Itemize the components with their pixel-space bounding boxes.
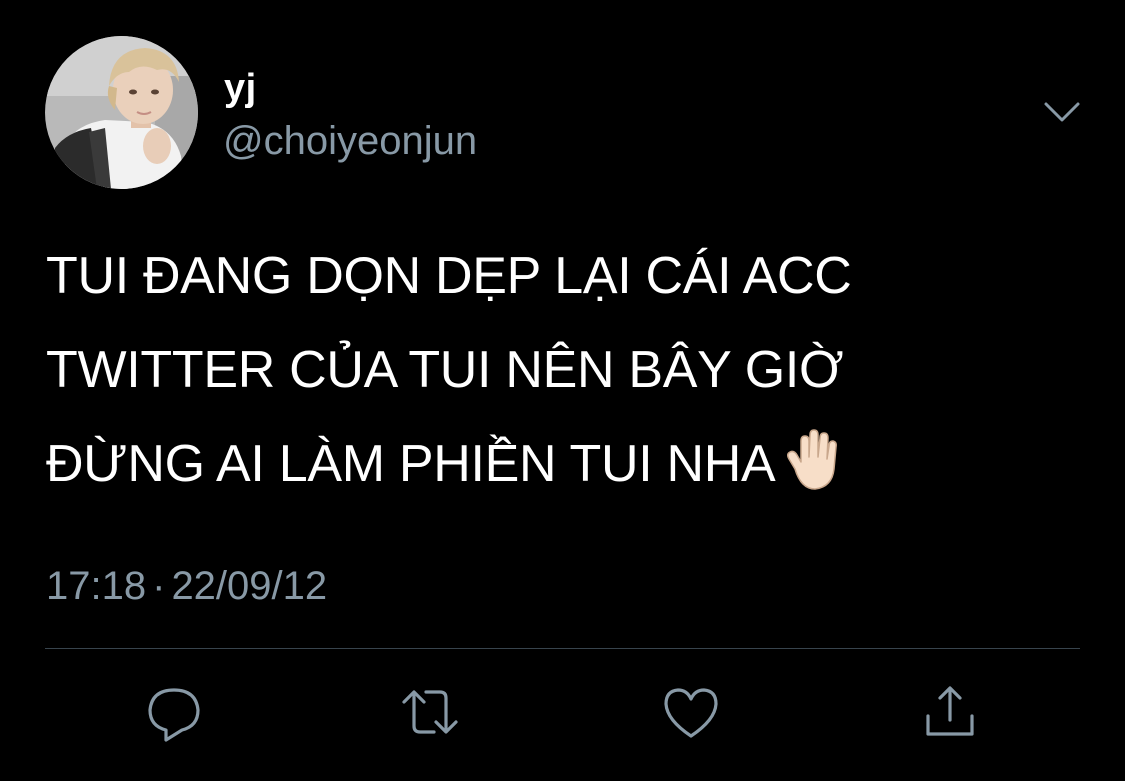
divider bbox=[45, 648, 1080, 649]
tweet-time[interactable]: 17:18 bbox=[46, 564, 146, 608]
tweet-text: TUI ĐANG DỌN DẸP LẠI CÁI ACC TWITTER CỦA… bbox=[46, 229, 1086, 511]
avatar[interactable] bbox=[45, 36, 198, 189]
raised-hand-icon bbox=[781, 427, 841, 490]
tweet-text-line: ĐỪNG AI LÀM PHIỀN TUI NHA bbox=[46, 417, 1086, 511]
avatar-image bbox=[45, 36, 198, 189]
retweet-icon bbox=[402, 690, 458, 734]
reply-icon bbox=[148, 688, 200, 742]
tweet-text-line-content: ĐỪNG AI LÀM PHIỀN TUI NHA bbox=[46, 435, 776, 493]
tweet-text-line: TWITTER CỦA TUI NÊN BÂY GIỜ bbox=[46, 341, 844, 399]
share-button[interactable] bbox=[920, 682, 980, 742]
like-button[interactable] bbox=[661, 682, 721, 742]
display-name[interactable]: yj bbox=[224, 66, 257, 110]
tweet-text-line: TUI ĐANG DỌN DẸP LẠI CÁI ACC bbox=[46, 247, 852, 305]
user-handle[interactable]: @choiyeonjun bbox=[223, 117, 477, 165]
chevron-down-icon[interactable] bbox=[1040, 94, 1084, 130]
heart-icon bbox=[664, 688, 718, 738]
share-icon bbox=[926, 686, 974, 736]
reply-button[interactable] bbox=[144, 682, 204, 742]
retweet-button[interactable] bbox=[400, 682, 460, 742]
tweet-date[interactable]: 22/09/12 bbox=[171, 564, 327, 608]
tweet-timestamp: 17:18 · 22/09/12 bbox=[46, 562, 327, 610]
tweet-detail: yj @choiyeonjun TUI ĐANG DỌN DẸP LẠI CÁI… bbox=[0, 0, 1125, 781]
meta-separator: · bbox=[152, 564, 166, 608]
